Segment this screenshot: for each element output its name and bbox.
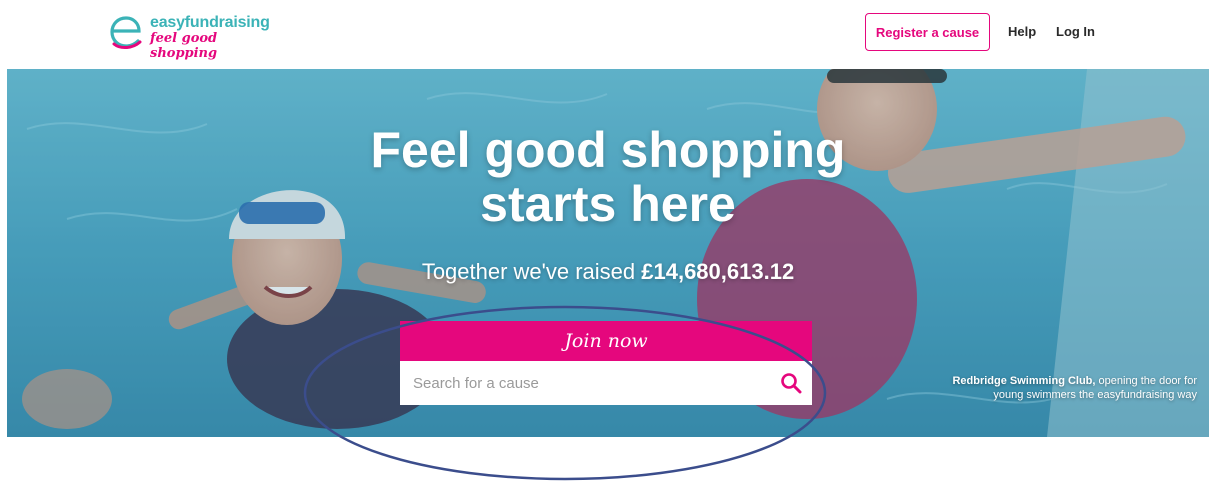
- caption-line-1: Redbridge Swimming Club, opening the doo…: [897, 374, 1197, 388]
- logo[interactable]: easyfundraising feel good shopping: [108, 12, 278, 61]
- logo-tagline: feel good shopping: [150, 31, 218, 61]
- raised-total-text: Together we've raised £14,680,613.12: [7, 259, 1209, 285]
- caption-club-name: Redbridge Swimming Club,: [952, 375, 1096, 387]
- logo-wordmark: easyfundraising: [150, 14, 270, 31]
- raised-amount: £14,680,613.12: [641, 259, 795, 284]
- page: easyfundraising feel good shopping Regis…: [0, 0, 1209, 484]
- hero-caption: Redbridge Swimming Club, opening the doo…: [897, 374, 1197, 402]
- hero-title-line-2: starts here: [480, 176, 736, 232]
- help-link[interactable]: Help: [1008, 24, 1036, 39]
- hero-title-line-1: Feel good shopping: [370, 122, 846, 178]
- logo-icon: [110, 16, 142, 49]
- caption-line-2: young swimmers the easyfundraising way: [993, 389, 1197, 401]
- login-link[interactable]: Log In: [1056, 24, 1095, 39]
- caption-text-1: opening the door for: [1095, 375, 1197, 387]
- register-cause-button[interactable]: Register a cause: [865, 13, 990, 51]
- raised-prefix: Together we've raised: [421, 259, 642, 284]
- highlight-ellipse-annotation: [303, 305, 827, 481]
- hero-title: Feel good shopping starts here: [7, 123, 1209, 231]
- site-header: easyfundraising feel good shopping Regis…: [0, 0, 1209, 68]
